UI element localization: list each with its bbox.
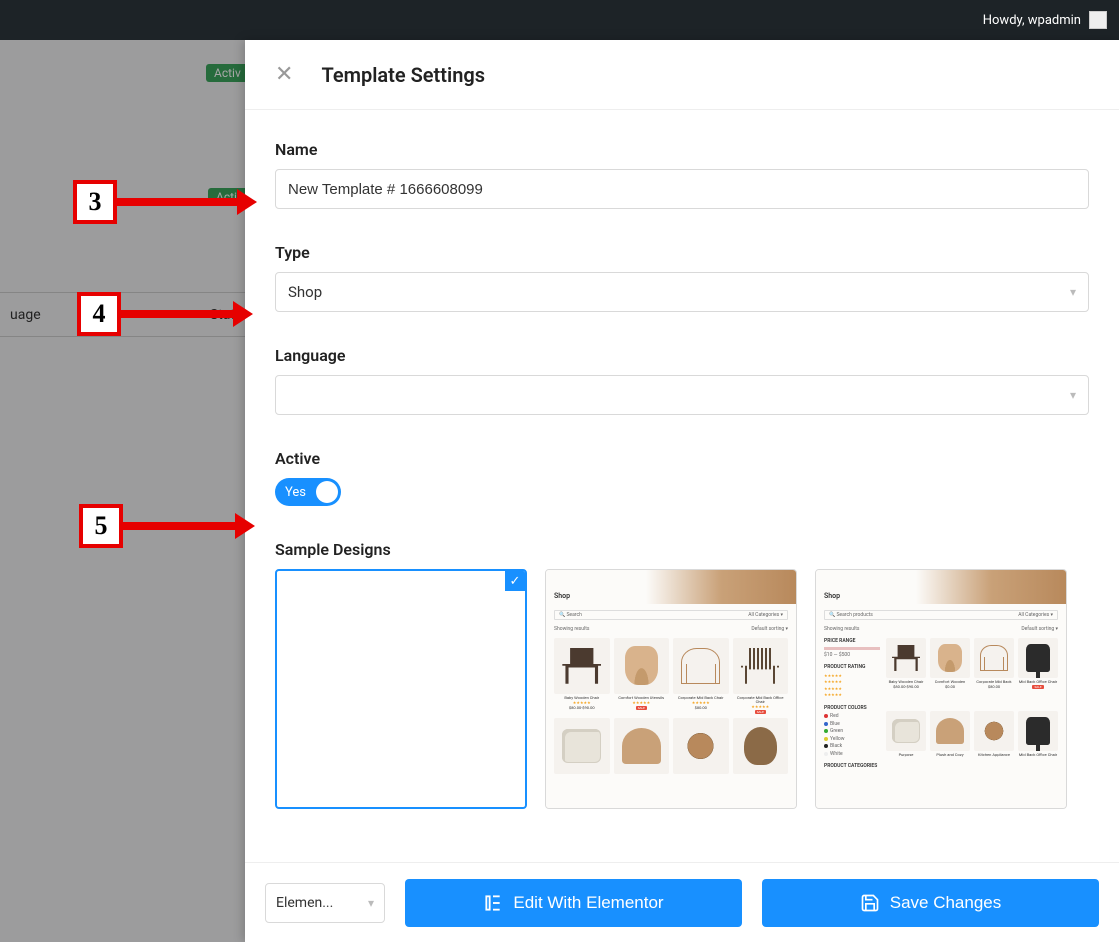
type-select[interactable]: Shop ▾	[275, 272, 1089, 312]
chevron-down-icon: ▾	[1070, 388, 1076, 402]
edit-with-elementor-button[interactable]: Edit With Elementor	[405, 879, 742, 927]
check-icon: ✓	[505, 571, 525, 591]
editor-select-value: Elemen...	[276, 895, 333, 911]
admin-greeting: Howdy, wpadmin	[983, 13, 1081, 28]
design-card-shop-grid[interactable]: Shop 🔍 SearchAll Categories ▾ Showing re…	[545, 569, 797, 809]
type-value: Shop	[288, 283, 322, 301]
name-input[interactable]	[275, 169, 1089, 209]
template-settings-panel: ✕ Template Settings Name Type Shop ▾ Lan…	[245, 40, 1119, 942]
editor-select[interactable]: Elemen... ▾	[265, 883, 385, 923]
chevron-down-icon: ▾	[368, 896, 374, 910]
active-toggle[interactable]: Yes	[275, 478, 341, 506]
design-card-blank[interactable]: ✓	[275, 569, 527, 809]
name-label: Name	[275, 140, 1089, 159]
design-preview: Shop 🔍 Search productsAll Categories ▾ S…	[816, 570, 1066, 808]
panel-header: ✕ Template Settings	[245, 40, 1119, 110]
field-type: Type Shop ▾	[275, 243, 1089, 312]
panel-body: Name Type Shop ▾ Language ▾ Active Yes	[245, 110, 1119, 862]
toggle-knob	[316, 481, 338, 503]
save-icon	[860, 893, 880, 913]
active-label: Active	[275, 449, 1089, 468]
designs-label: Sample Designs	[275, 540, 1089, 559]
design-card-shop-sidebar[interactable]: Shop 🔍 Search productsAll Categories ▾ S…	[815, 569, 1067, 809]
field-language: Language ▾	[275, 346, 1089, 415]
field-name: Name	[275, 140, 1089, 209]
field-active: Active Yes	[275, 449, 1089, 506]
edit-button-label: Edit With Elementor	[513, 893, 663, 913]
type-label: Type	[275, 243, 1089, 262]
save-button-label: Save Changes	[890, 893, 1002, 913]
designs-row: ✓ Shop 🔍 SearchAll Categories ▾ Showing …	[275, 569, 1089, 809]
panel-title: Template Settings	[321, 63, 485, 87]
avatar[interactable]	[1089, 11, 1107, 29]
save-changes-button[interactable]: Save Changes	[762, 879, 1099, 927]
admin-bar: Howdy, wpadmin	[0, 0, 1119, 40]
design-preview: Shop 🔍 SearchAll Categories ▾ Showing re…	[546, 570, 796, 808]
field-sample-designs: Sample Designs ✓ Shop 🔍 SearchAll Catego…	[275, 540, 1089, 809]
language-select[interactable]: ▾	[275, 375, 1089, 415]
panel-footer: Elemen... ▾ Edit With Elementor Save Cha…	[245, 862, 1119, 942]
close-icon[interactable]: ✕	[275, 62, 293, 87]
chevron-down-icon: ▾	[1070, 285, 1076, 299]
language-label: Language	[275, 346, 1089, 365]
elementor-icon	[483, 893, 503, 913]
toggle-label: Yes	[285, 485, 306, 500]
